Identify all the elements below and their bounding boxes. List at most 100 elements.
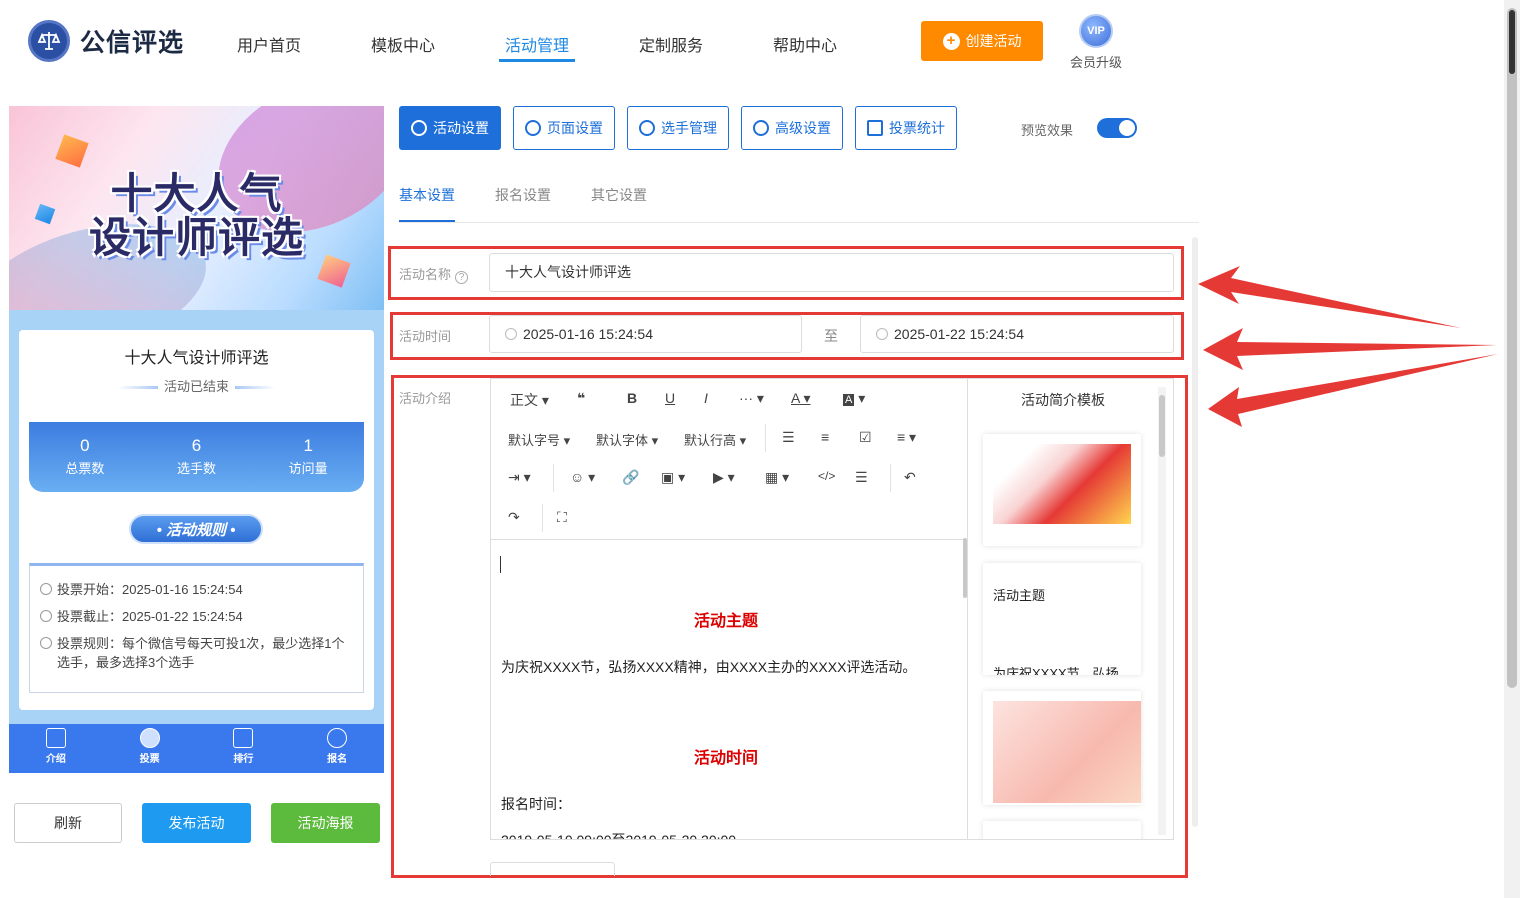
brand-name: 公信评选 [80,29,185,57]
sliders-icon [753,120,769,136]
subtab-signup[interactable]: 报名设置 [495,185,551,205]
preview-tabbar: 介绍 投票 排行 报名 [9,724,384,773]
tab-advanced-settings[interactable]: 高级设置 [741,106,843,150]
tool-label: 选手管理 [661,120,717,136]
tab-signup[interactable]: 报名 [290,724,384,773]
font-family-dropdown[interactable]: 默认字体 ▾ [596,430,658,449]
rule-vote-policy: 投票规则：每个微信号每天可投1次，最少选择1个选手，最多选择3个选手 [38,634,355,672]
divider-icon[interactable]: ☰ [855,469,868,486]
activity-poster-button[interactable]: 活动海报 [271,803,380,843]
image-dropdown[interactable]: ▣ ▾ [661,469,685,486]
create-activity-button[interactable]: + 创建活动 [921,21,1043,61]
stat-total-votes: 0 总票数 [29,422,141,492]
quote-icon[interactable]: ❝ [577,390,585,407]
template-card-pink[interactable] [983,691,1141,805]
nav-home[interactable]: 用户首页 [237,32,301,56]
table-dropdown[interactable]: ▦ ▾ [765,469,789,486]
tab-activity-settings[interactable]: 活动设置 [399,106,501,150]
tab-contestant-management[interactable]: 选手管理 [627,106,729,150]
activity-intro-label: 活动介绍 [399,391,452,406]
emoji-dropdown[interactable]: ☺ ▾ [570,469,595,486]
template-card-text[interactable]: 活动主题 为庆祝XXXX节，弘扬 [983,563,1141,675]
start-time-input[interactable]: 2025-01-16 15:24:54 [489,315,802,353]
undo-icon[interactable]: ↶ [904,469,916,486]
bullet-list-icon[interactable]: ☰ [782,429,795,446]
tab-page-settings[interactable]: 页面设置 [513,106,615,150]
numbered-list-icon[interactable]: ≡ [821,429,829,445]
fullscreen-icon[interactable]: ⛶ [557,509,567,526]
redo-icon[interactable]: ↷ [508,509,520,526]
activity-name-input[interactable]: 十大人气设计师评选 [489,253,1174,292]
stat-value: 1 [303,436,313,455]
page-scrollbar[interactable] [1504,0,1520,898]
line-height-dropdown[interactable]: 默认行高 ▾ [684,430,746,449]
tool-label: 页面设置 [547,120,603,136]
more-format-dropdown[interactable]: ··· ▾ [739,390,764,407]
publish-activity-button[interactable]: 发布活动 [142,803,251,843]
tab-label: 介绍 [45,754,66,765]
subtab-basic[interactable]: 基本设置 [399,185,455,205]
tab-intro[interactable]: 介绍 [9,724,103,773]
brand-logo[interactable]: 公信评选 [28,20,184,62]
nav-active-indicator [499,59,575,62]
checklist-icon[interactable]: ☑ [859,429,872,446]
underline-icon[interactable]: U [665,390,675,406]
end-time-input[interactable]: 2025-01-22 15:24:54 [860,315,1174,353]
code-icon[interactable]: </> [818,469,835,483]
preview-effect-toggle[interactable] [1097,118,1137,138]
subtab-other[interactable]: 其它设置 [591,185,647,205]
toolbar-label: 正文 [510,392,538,408]
scroll-thumb[interactable] [1507,8,1517,688]
italic-icon[interactable]: I [704,390,708,406]
font-color-dropdown[interactable]: A ▾ [791,390,811,407]
link-icon[interactable]: 🔗 [622,469,639,486]
toolbar-separator [553,464,554,492]
preview-effect-label: 预览效果 [1021,123,1074,138]
scroll-thumb-highlight [1509,10,1515,74]
nav-templates[interactable]: 模板中心 [371,32,435,56]
paragraph-style-dropdown[interactable]: 正文 ▾ [510,390,549,410]
tab-ranking[interactable]: 排行 [197,724,291,773]
label-text: 活动名称 [399,267,452,282]
editor-resize-handle[interactable] [490,862,615,876]
tab-label: 报名 [327,754,348,765]
tab-vote[interactable]: 投票 [103,724,197,773]
toggle-knob [1119,120,1135,136]
toolbar-label: 默认字体 [596,433,649,448]
tab-vote-statistics[interactable]: 投票统计 [855,106,957,150]
refresh-button[interactable]: 刷新 [14,803,122,843]
annotation-arrows [1198,266,1498,427]
bar-chart-icon [233,728,254,748]
template-scrollbar[interactable] [1158,387,1166,835]
nav-custom-service[interactable]: 定制服务 [639,32,703,56]
indent-dropdown[interactable]: ⇥ ▾ [508,469,531,486]
nav-activity-management[interactable]: 活动管理 [505,32,569,56]
template-card-national-day[interactable] [983,434,1141,546]
subtab-active-indicator [399,220,455,222]
font-size-dropdown[interactable]: 默认字号 ▾ [508,430,570,449]
scroll-thumb[interactable] [1159,395,1165,457]
template-card-partial[interactable] [983,821,1141,839]
activity-info-card: 十大人气设计师评选 活动已结束 0 总票数 6 选手数 1 访问量 • 活动规则… [19,330,374,710]
stat-label: 访问量 [288,461,328,476]
editor-scrollbar[interactable] [963,538,967,598]
help-icon[interactable]: ? [455,271,469,284]
align-dropdown[interactable]: ≡ ▾ [897,429,916,446]
stat-value: 0 [80,436,90,455]
stat-label: 总票数 [65,461,105,476]
editor-heading-theme: 活动主题 [694,613,759,630]
stats-panel: 0 总票数 6 选手数 1 访问量 [29,422,364,492]
bold-icon[interactable]: B [627,390,637,406]
editor-paragraph: 报名时间： [501,796,571,812]
background-color-dropdown[interactable]: A ▾ [843,390,865,407]
nav-help[interactable]: 帮助中心 [773,32,837,56]
toolbar-separator [542,504,543,532]
vip-upgrade[interactable]: VIP 会员升级 [1066,14,1126,71]
rule-text: 投票开始：2025-01-16 15:24:54 [57,582,243,597]
vip-badge-icon: VIP [1079,14,1113,48]
gear-icon [525,120,541,136]
plus-icon: + [942,32,960,50]
editor-heading-time: 活动时间 [694,750,759,767]
video-dropdown[interactable]: ▶ ▾ [713,469,735,486]
vote-icon [139,728,160,748]
